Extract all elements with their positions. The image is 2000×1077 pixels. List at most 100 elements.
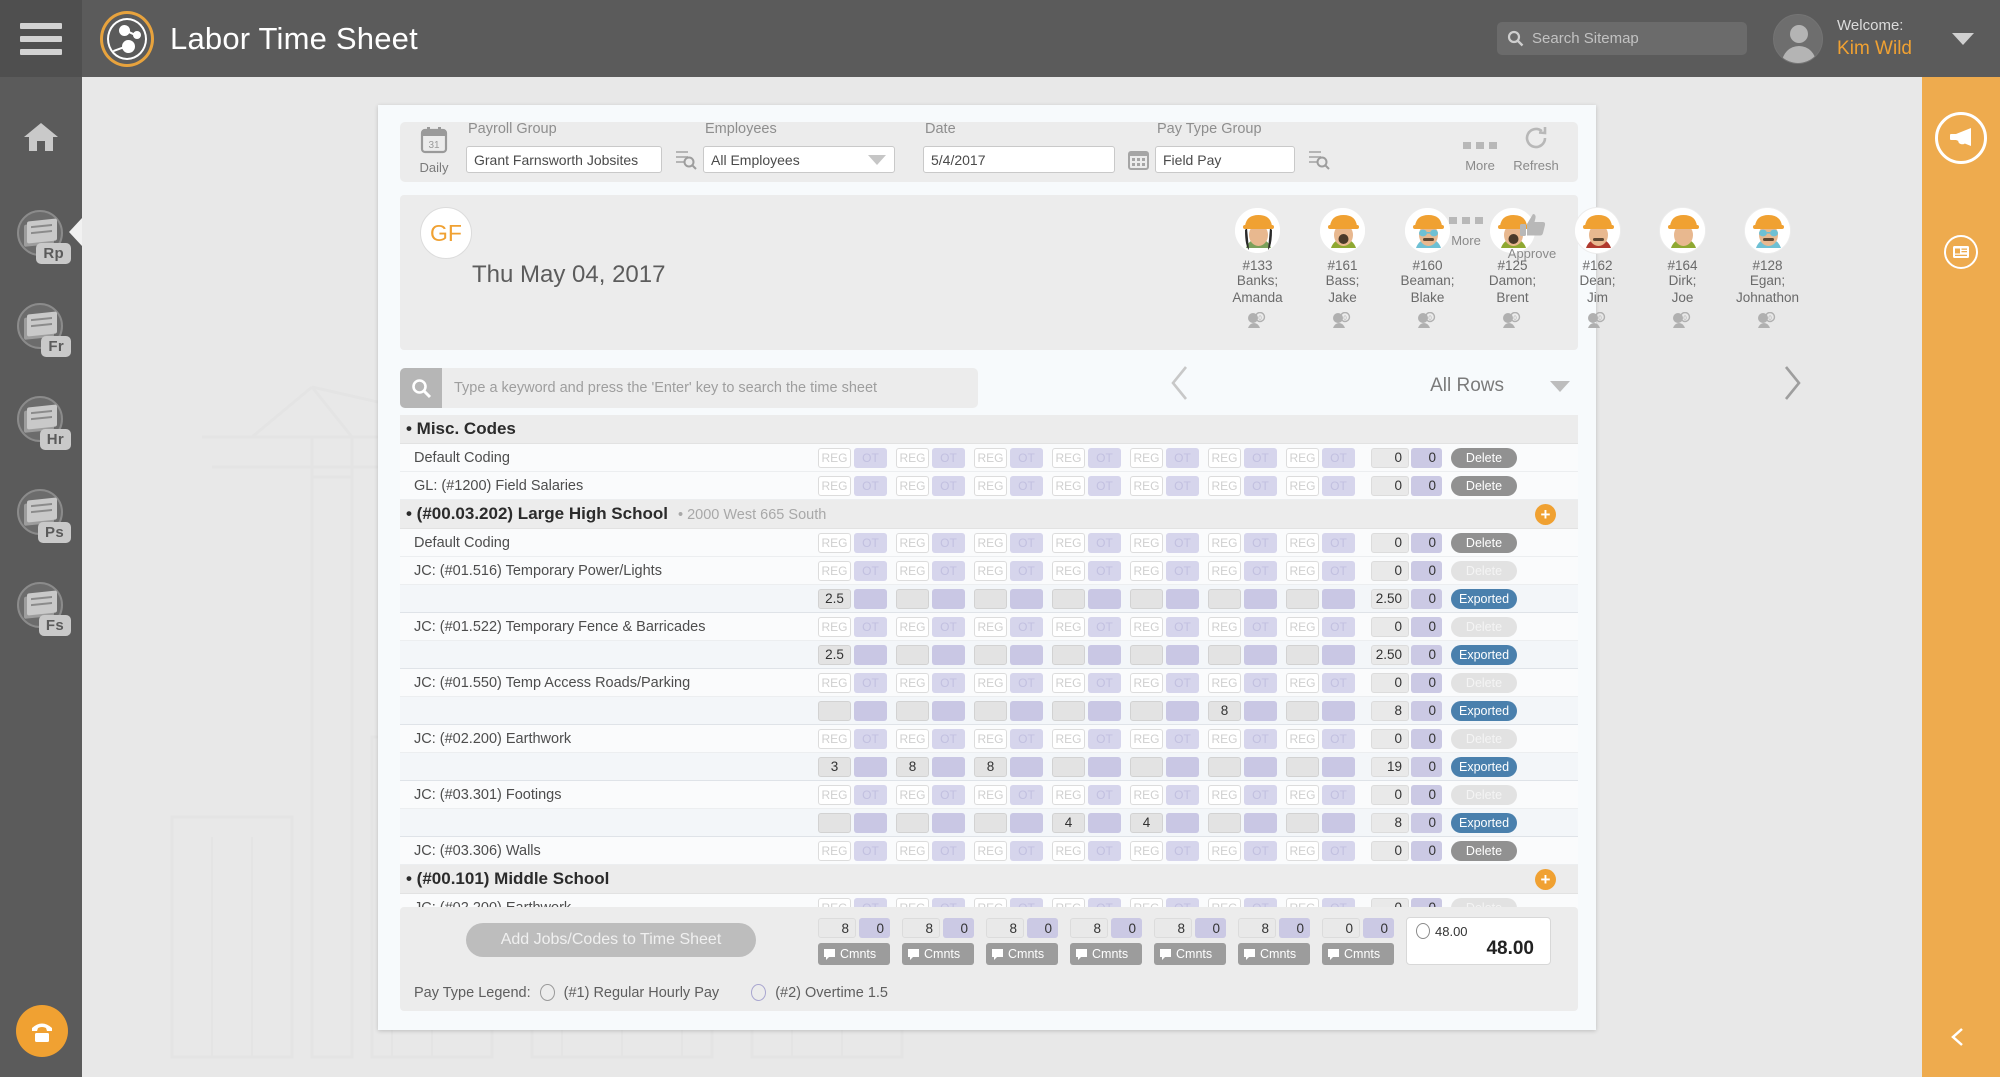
- ot-header-cell[interactable]: OT: [1010, 561, 1043, 581]
- ot-header-cell[interactable]: OT: [854, 841, 887, 861]
- ot-value-cell[interactable]: [932, 813, 965, 833]
- reg-header-cell[interactable]: REG: [974, 448, 1007, 468]
- value-pair[interactable]: 3: [818, 757, 887, 777]
- code-pair[interactable]: REG OT: [1052, 617, 1121, 637]
- reg-header-cell[interactable]: REG: [1130, 673, 1163, 693]
- user-menu-chevron-down-icon[interactable]: [1952, 33, 1974, 45]
- code-pair[interactable]: REG OT: [1130, 617, 1199, 637]
- code-pair[interactable]: REG OT: [1130, 729, 1199, 749]
- ot-header-cell[interactable]: OT: [1088, 673, 1121, 693]
- ot-header-cell[interactable]: OT: [1322, 476, 1355, 496]
- reg-header-cell[interactable]: REG: [818, 561, 851, 581]
- reg-header-cell[interactable]: REG: [1208, 729, 1241, 749]
- code-pair[interactable]: REG OT: [974, 673, 1043, 693]
- value-pair[interactable]: [974, 645, 1043, 665]
- reg-header-cell[interactable]: REG: [896, 476, 929, 496]
- reg-value-cell[interactable]: [896, 701, 929, 721]
- ot-header-cell[interactable]: OT: [932, 448, 965, 468]
- value-pair[interactable]: [1286, 645, 1355, 665]
- ot-header-cell[interactable]: OT: [932, 729, 965, 749]
- ot-header-cell[interactable]: OT: [1010, 533, 1043, 553]
- ot-value-cell[interactable]: [1244, 701, 1277, 721]
- support-phone-button[interactable]: [16, 1005, 68, 1057]
- ot-header-cell[interactable]: OT: [1010, 476, 1043, 496]
- reg-header-cell[interactable]: REG: [1052, 533, 1085, 553]
- code-pair[interactable]: REG OT: [1208, 673, 1277, 693]
- sidebar-item-fs[interactable]: Fs: [0, 570, 82, 645]
- value-pair[interactable]: 2.5: [818, 589, 887, 609]
- ot-header-cell[interactable]: OT: [1322, 841, 1355, 861]
- daily-calendar-icon[interactable]: 31 Daily: [414, 126, 454, 175]
- delete-button[interactable]: Delete: [1451, 729, 1517, 749]
- reg-value-cell[interactable]: 4: [1052, 813, 1085, 833]
- ot-value-cell[interactable]: [1088, 701, 1121, 721]
- value-pair[interactable]: [896, 701, 965, 721]
- code-pair[interactable]: REG OT: [1052, 729, 1121, 749]
- reg-header-cell[interactable]: REG: [974, 476, 1007, 496]
- ot-header-cell[interactable]: OT: [932, 476, 965, 496]
- exported-button[interactable]: Exported: [1451, 589, 1517, 609]
- value-pair[interactable]: [1208, 757, 1277, 777]
- comments-button[interactable]: Cmnts: [1154, 943, 1226, 965]
- value-pair[interactable]: [974, 701, 1043, 721]
- code-pair[interactable]: REG OT: [1052, 561, 1121, 581]
- ot-header-cell[interactable]: OT: [932, 617, 965, 637]
- news-icon[interactable]: [1944, 235, 1978, 269]
- value-pair[interactable]: [1052, 645, 1121, 665]
- payroll-group-lookup-icon[interactable]: [675, 148, 697, 170]
- value-pair[interactable]: [818, 813, 887, 833]
- ot-header-cell[interactable]: OT: [854, 476, 887, 496]
- ot-header-cell[interactable]: OT: [1322, 533, 1355, 553]
- reg-header-cell[interactable]: REG: [1052, 673, 1085, 693]
- code-pair[interactable]: REG OT: [896, 476, 965, 496]
- reg-header-cell[interactable]: REG: [1208, 561, 1241, 581]
- reg-header-cell[interactable]: REG: [1286, 533, 1319, 553]
- reg-value-cell[interactable]: [896, 589, 929, 609]
- employee-card[interactable]: #161 Bass; Jake 0: [1300, 201, 1385, 333]
- ot-header-cell[interactable]: OT: [1088, 533, 1121, 553]
- value-pair[interactable]: 4: [1052, 813, 1121, 833]
- reg-header-cell[interactable]: REG: [1208, 533, 1241, 553]
- reg-header-cell[interactable]: REG: [1208, 617, 1241, 637]
- comments-button[interactable]: Cmnts: [1238, 943, 1310, 965]
- sidebar-item-ps[interactable]: Ps: [0, 477, 82, 552]
- code-pair[interactable]: REG OT: [1130, 561, 1199, 581]
- ot-value-cell[interactable]: [1010, 701, 1043, 721]
- user-avatar[interactable]: [1773, 14, 1823, 64]
- value-pair[interactable]: [1286, 589, 1355, 609]
- reg-header-cell[interactable]: REG: [1130, 533, 1163, 553]
- megaphone-icon[interactable]: [1935, 112, 1987, 164]
- ot-header-cell[interactable]: OT: [1166, 729, 1199, 749]
- reg-value-cell[interactable]: [1208, 645, 1241, 665]
- value-pair[interactable]: [896, 645, 965, 665]
- ot-value-cell[interactable]: [932, 757, 965, 777]
- ot-header-cell[interactable]: OT: [932, 561, 965, 581]
- code-pair[interactable]: REG OT: [1052, 448, 1121, 468]
- reg-value-cell[interactable]: [1130, 645, 1163, 665]
- reg-header-cell[interactable]: REG: [818, 785, 851, 805]
- employee-status-icon[interactable]: 0: [1215, 312, 1300, 333]
- ot-value-cell[interactable]: [1166, 589, 1199, 609]
- reg-header-cell[interactable]: REG: [1286, 476, 1319, 496]
- ot-value-cell[interactable]: [1010, 757, 1043, 777]
- reg-header-cell[interactable]: REG: [974, 841, 1007, 861]
- ot-value-cell[interactable]: [1088, 589, 1121, 609]
- ot-value-cell[interactable]: [932, 589, 965, 609]
- code-pair[interactable]: REG OT: [1286, 448, 1355, 468]
- ot-value-cell[interactable]: [854, 757, 887, 777]
- code-pair[interactable]: REG OT: [818, 561, 887, 581]
- ot-header-cell[interactable]: OT: [1244, 785, 1277, 805]
- code-pair[interactable]: REG OT: [818, 785, 887, 805]
- reg-header-cell[interactable]: REG: [1286, 729, 1319, 749]
- reg-value-cell[interactable]: 8: [1208, 701, 1241, 721]
- reg-value-cell[interactable]: [1286, 757, 1319, 777]
- ot-value-cell[interactable]: [1088, 757, 1121, 777]
- reg-header-cell[interactable]: REG: [1052, 785, 1085, 805]
- ot-header-cell[interactable]: OT: [1088, 785, 1121, 805]
- employee-status-icon[interactable]: 0: [1640, 312, 1725, 333]
- reg-header-cell[interactable]: REG: [1208, 785, 1241, 805]
- reg-header-cell[interactable]: REG: [1130, 841, 1163, 861]
- reg-value-cell[interactable]: [1052, 645, 1085, 665]
- code-pair[interactable]: REG OT: [1286, 561, 1355, 581]
- delete-button[interactable]: Delete: [1451, 785, 1517, 805]
